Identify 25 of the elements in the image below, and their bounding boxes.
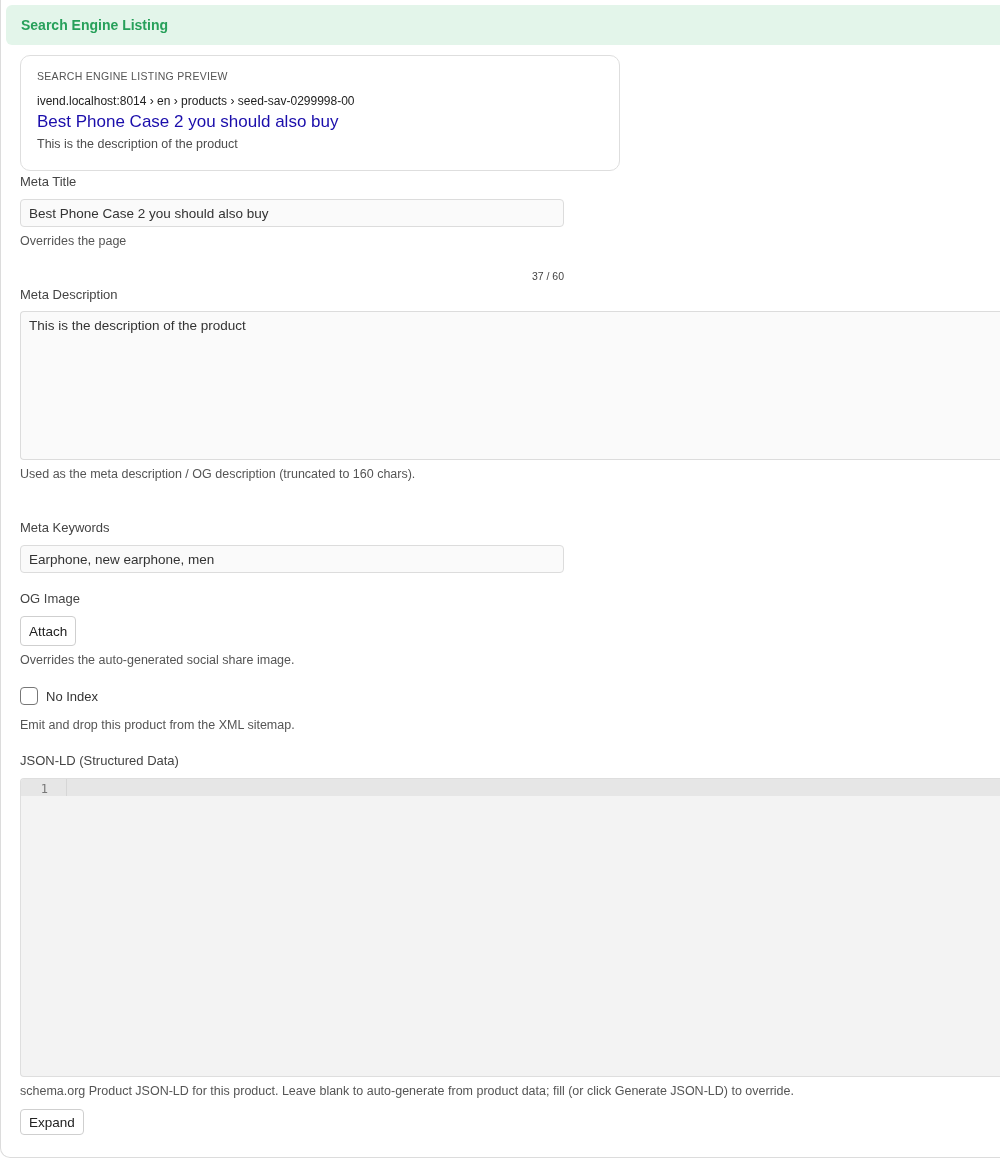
attach-button[interactable]: Attach — [20, 616, 77, 646]
expand-button[interactable]: Expand — [20, 1109, 84, 1135]
help-text: Emit and drop this product from the XML sitemap. — [20, 717, 296, 734]
line-number: 1 — [40, 782, 48, 796]
checkbox[interactable] — [20, 687, 38, 705]
field-label: Meta Description — [20, 286, 119, 304]
text-input[interactable]: Earphone, new earphone, men — [20, 545, 564, 573]
section-title: Search Engine Listing — [21, 17, 169, 33]
field-label: OG Image — [20, 590, 81, 608]
help-text: Overrides the page — [20, 233, 128, 250]
preview-title: Best Phone Case 2 you should also buy — [37, 111, 340, 133]
character-counter: 37 / 60 — [531, 270, 564, 282]
text-input[interactable]: Best Phone Case 2 you should also buy — [20, 199, 564, 227]
field-label: Meta Title — [20, 173, 78, 191]
description-textarea[interactable]: This is the description of the product — [20, 311, 1000, 460]
help-text: Overrides the auto-generated social share image. — [20, 652, 296, 669]
help-text: Used as the meta description / OG description (truncated to 160 chars). — [20, 466, 417, 483]
preview-heading: SEARCH ENGINE LISTING PREVIEW — [37, 69, 229, 83]
preview-url: ivend.localhost:8014 › en › products › seed-sav-0299998-00 — [37, 93, 356, 109]
code-editor[interactable]: 1 — [20, 778, 1000, 1077]
help-text: schema.org Product JSON-LD for this product. Leave blank to auto-generate from product data; fill (or click Generate JSON-LD) to override. — [20, 1083, 795, 1100]
field-label: Meta Keywords — [20, 519, 111, 537]
checkbox-label: No Index — [46, 688, 99, 704]
field-label: JSON-LD (Structured Data) — [20, 752, 180, 770]
preview-description: This is the description of the product — [37, 136, 239, 153]
